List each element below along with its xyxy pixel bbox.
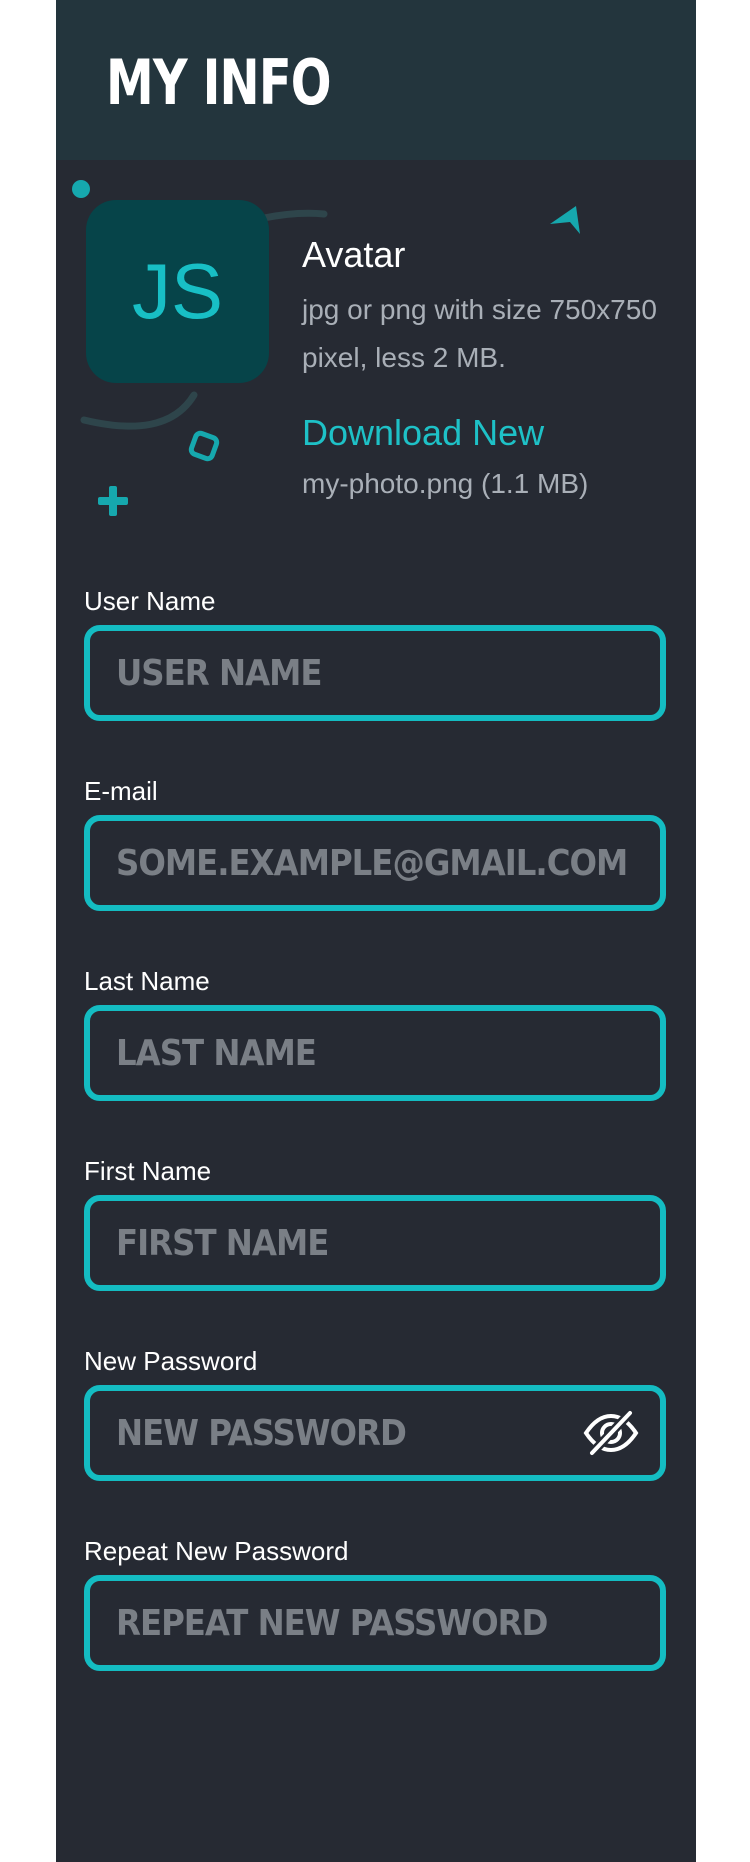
page-title: MY INFO — [106, 46, 332, 119]
plus-decoration — [98, 486, 128, 516]
first-name-label: First Name — [84, 1156, 212, 1186]
first-name-field-group: First Name — [84, 1152, 666, 1291]
username-label: User Name — [84, 586, 216, 616]
new-password-input[interactable] — [90, 1391, 660, 1475]
repeat-password-label: Repeat New Password — [84, 1536, 349, 1566]
avatar-hint: jpg or png with size 750x750 pixel, less… — [302, 294, 657, 373]
last-name-box — [84, 1005, 666, 1101]
avatar[interactable]: JS — [86, 200, 269, 383]
username-input[interactable] — [90, 631, 660, 715]
new-password-field-group: New Password — [84, 1342, 666, 1481]
username-field-group: User Name — [84, 582, 666, 721]
new-password-box — [84, 1385, 666, 1481]
download-new-link[interactable]: Download New — [302, 412, 544, 454]
first-name-box — [84, 1195, 666, 1291]
avatar-section: JS Avatar jpg or png with size 750x750 p… — [56, 160, 696, 540]
first-name-input[interactable] — [90, 1201, 660, 1285]
new-password-label: New Password — [84, 1346, 258, 1376]
email-label: E-mail — [84, 776, 158, 806]
email-field-group: E-mail — [84, 772, 666, 911]
last-name-input[interactable] — [90, 1011, 660, 1095]
last-name-field-group: Last Name — [84, 962, 666, 1101]
email-box — [84, 815, 666, 911]
avatar-initials: JS — [131, 247, 224, 335]
repeat-password-input[interactable] — [90, 1581, 660, 1665]
file-info: my-photo.png (1.1 MB) — [302, 468, 589, 499]
email-input[interactable] — [90, 821, 660, 905]
profile-panel: MY INFO JS Avatar jpg or png with size 7… — [56, 0, 696, 1862]
last-name-label: Last Name — [84, 966, 210, 996]
username-box — [84, 625, 666, 721]
square-decoration — [188, 430, 220, 462]
repeat-password-box — [84, 1575, 666, 1671]
repeat-password-field-group: Repeat New Password — [84, 1532, 666, 1671]
arrow-decoration — [550, 206, 580, 234]
header-bar: MY INFO — [56, 0, 696, 160]
avatar-title: Avatar — [302, 234, 406, 275]
eye-off-icon[interactable] — [582, 1409, 640, 1457]
